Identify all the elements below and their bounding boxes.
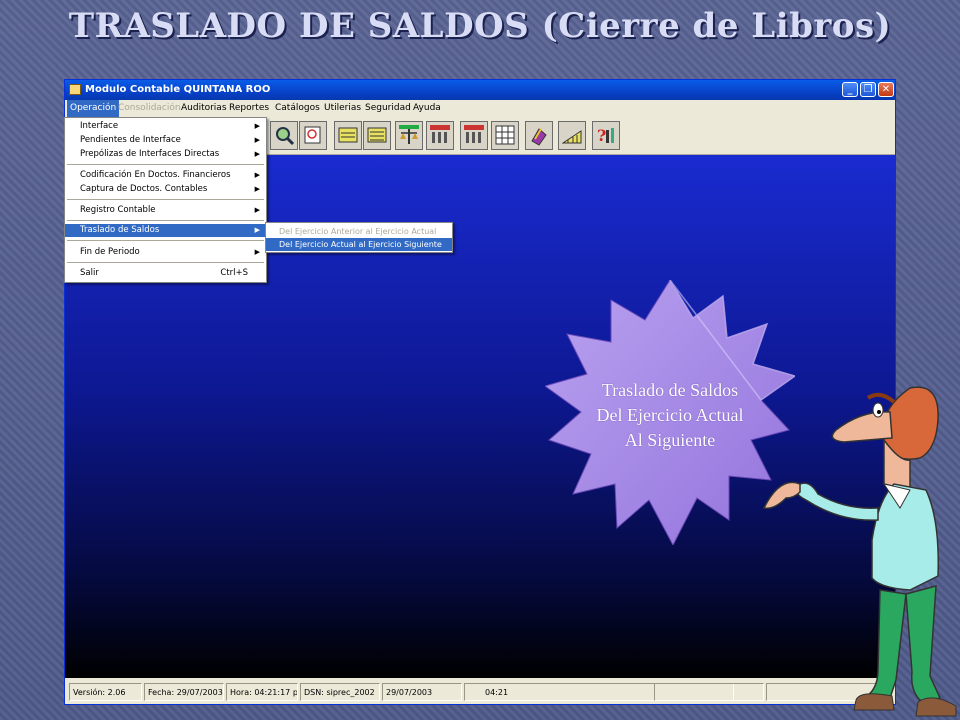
minimize-button[interactable]: _ [842,82,858,97]
callout-line-2: Del Ejercicio Actual [596,405,744,425]
menu-item-traslado[interactable]: Traslado de Saldos ▶ [65,224,266,237]
app-icon [69,84,81,95]
status-date: 29/07/2003 [382,683,462,701]
status-hora: Hora: 04:21:17 p.m [226,683,298,701]
menu-item-salir[interactable]: Salir Ctrl+S [65,267,266,280]
submenu-arrow-icon: ▶ [254,226,260,234]
submenu-arrow-icon: ▶ [254,150,260,158]
svg-text:?: ? [597,126,606,145]
grid-icon[interactable] [491,121,519,150]
menu-item-label: Fin de Periodo [80,247,140,257]
menu-operacion[interactable]: Operación [67,100,120,117]
menu-utilerias[interactable]: Utilerias [324,103,361,113]
ruler-icon[interactable] [558,121,586,150]
menu-item-label: Interface [80,121,119,131]
menu-separator [67,262,264,263]
report-icon[interactable] [299,121,327,150]
operacion-dropdown: Interface ▶ Pendientes de Interface ▶ Prep… [64,117,267,283]
columns-icon-2[interactable] [460,121,488,150]
menu-separator [67,240,264,241]
menu-item-label: Codificación En Doctos. Financieros [80,170,231,180]
menubar: Operación Consolidación Auditorias Repor… [65,100,895,117]
menu-item-interface[interactable]: Interface ▶ [65,120,266,133]
contable-central-icon[interactable] [363,121,391,150]
balance-icon[interactable] [395,121,423,150]
window-title: Modulo Contable QUINTANA ROO [85,84,271,95]
submenu-arrow-icon: ▶ [254,122,260,130]
status-panel-1 [654,683,764,701]
slide-title: TRASLADO DE SALDOS (Cierre de Libros) [68,6,892,46]
submenu-arrow-icon: ▶ [254,248,260,256]
menu-item-prepolizas[interactable]: Prepólizas de Interfaces Directas ▶ [65,148,266,161]
submenu-item-siguiente[interactable]: Del Ejercicio Actual al Ejercicio Siguie… [266,238,452,251]
menu-item-label: Salir [80,268,99,278]
callout-line-1: Traslado de Saldos [601,380,739,400]
callout-text: Traslado de Saldos Del Ejercicio Actual … [545,378,795,453]
menu-ayuda[interactable]: Ayuda [413,103,441,113]
menu-item-fin-periodo[interactable]: Fin de Periodo ▶ [65,246,266,259]
menu-item-label: Pendientes de Interface [80,135,181,145]
status-dsn: DSN: siprec_2002 [300,683,380,701]
submenu-arrow-icon: ▶ [254,185,260,193]
menu-separator [67,199,264,200]
menu-consolidacion[interactable]: Consolidación [118,103,181,113]
submenu-arrow-icon: ▶ [254,136,260,144]
submenu-arrow-icon: ▶ [254,171,260,179]
menu-reportes[interactable]: Reportes [229,103,269,113]
submenu-arrow-icon: ▶ [254,206,260,214]
menu-shortcut: Ctrl+S [220,268,248,278]
status-fecha: Fecha: 29/07/2003 [144,683,224,701]
menu-item-registro[interactable]: Registro Contable ▶ [65,204,266,217]
columns-icon[interactable] [426,121,454,150]
menu-separator [67,164,264,165]
window-titlebar[interactable]: Modulo Contable QUINTANA ROO _ ❐ ✕ [65,80,895,100]
menu-item-codificacion[interactable]: Codificación En Doctos. Financieros ▶ [65,169,266,182]
menu-seguridad[interactable]: Seguridad [365,103,411,113]
pointing-cartoon-man [762,386,957,717]
book-icon[interactable] [525,121,553,150]
menu-item-captura[interactable]: Captura de Doctos. Contables ▶ [65,183,266,196]
maximize-button[interactable]: ❐ [860,82,876,97]
menu-item-pendientes[interactable]: Pendientes de Interface ▶ [65,134,266,147]
menu-item-label: Prepólizas de Interfaces Directas [80,149,220,159]
status-version: Versión: 2.06 [69,683,142,701]
help-icon[interactable]: ? [592,121,620,150]
close-button[interactable]: ✕ [878,82,894,97]
menu-item-label: Registro Contable [80,205,156,215]
menu-item-label: Captura de Doctos. Contables [80,184,208,194]
menu-separator [67,220,264,221]
contable-icon[interactable] [334,121,362,150]
menu-item-label: Traslado de Saldos [80,225,160,235]
traslado-submenu: Del Ejercicio Anterior al Ejercicio Actu… [265,222,453,253]
search-icon[interactable] [270,121,298,150]
menu-auditorias[interactable]: Auditorias [181,103,227,113]
callout-line-3: Al Siguiente [624,430,716,450]
submenu-item-anterior[interactable]: Del Ejercicio Anterior al Ejercicio Actu… [266,225,452,238]
menu-catalogos[interactable]: Catálogos [275,103,320,113]
